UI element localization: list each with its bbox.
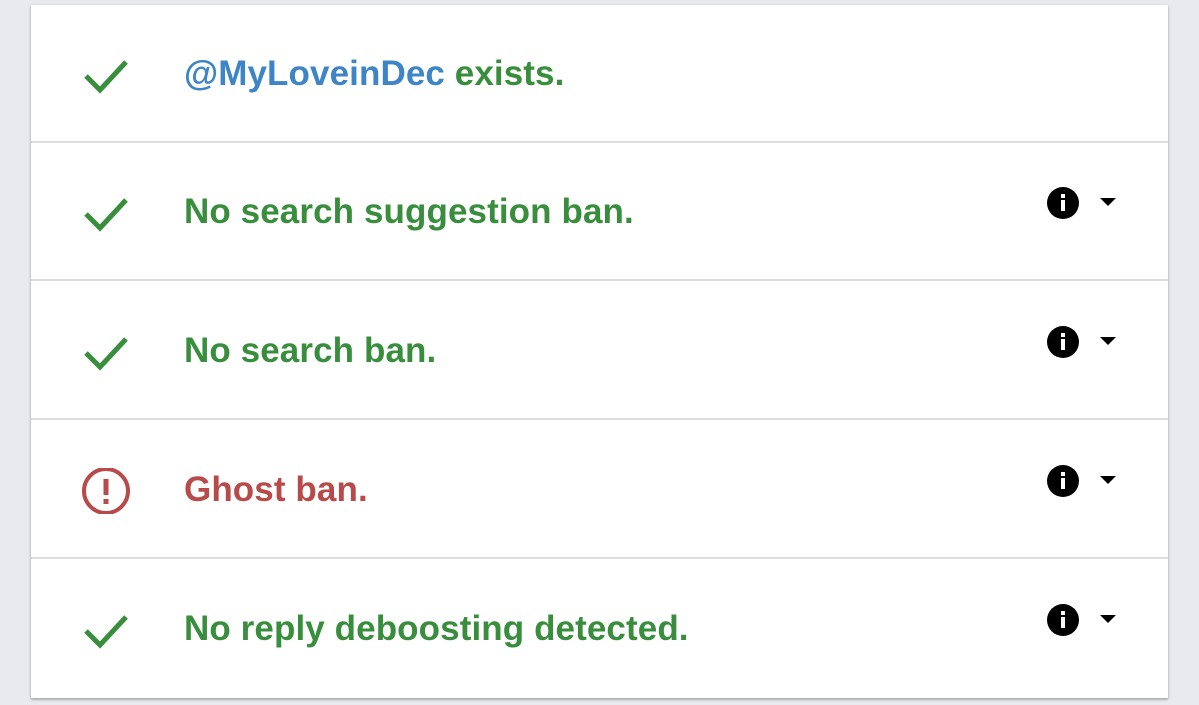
results-card: @MyLoveinDec exists. No search suggestio… <box>31 5 1168 698</box>
caret-down-icon[interactable] <box>1095 467 1121 493</box>
caret-down-icon[interactable] <box>1095 189 1121 215</box>
account-handle-link[interactable]: @MyLoveinDec <box>184 54 445 93</box>
check-icon <box>81 607 131 653</box>
check-icon <box>81 190 131 236</box>
info-icon[interactable] <box>1046 325 1080 359</box>
result-text: @MyLoveinDec exists. <box>184 52 564 96</box>
result-text: Ghost ban. <box>184 470 368 509</box>
result-row-search-ban: No search ban. <box>31 282 1168 420</box>
result-text: No search suggestion ban. <box>184 192 634 231</box>
info-icon[interactable] <box>1046 464 1080 498</box>
error-circle-icon <box>81 468 131 514</box>
result-row-search-suggestion-ban: No search suggestion ban. <box>31 143 1168 281</box>
caret-down-icon[interactable] <box>1095 606 1121 632</box>
info-icon[interactable] <box>1046 603 1080 637</box>
result-text: No search ban. <box>184 331 437 370</box>
result-row-ghost-ban: Ghost ban. <box>31 421 1168 559</box>
result-row-account-exists: @MyLoveinDec exists. <box>31 5 1168 143</box>
caret-down-icon[interactable] <box>1095 328 1121 354</box>
check-icon <box>81 329 131 375</box>
result-suffix: exists. <box>444 54 565 93</box>
info-icon[interactable] <box>1046 186 1080 220</box>
check-icon <box>81 52 131 98</box>
result-row-reply-deboosting: No reply deboosting detected. <box>31 560 1168 698</box>
result-text: No reply deboosting detected. <box>184 609 689 648</box>
